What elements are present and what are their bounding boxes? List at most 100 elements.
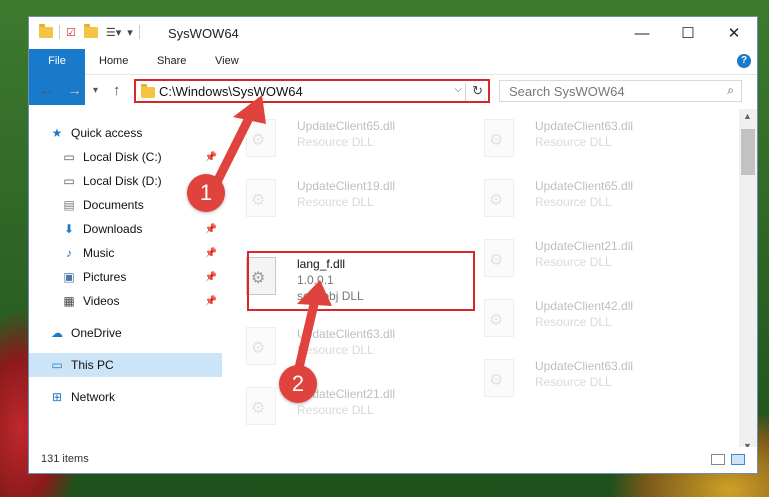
refresh-icon[interactable]: ↻	[472, 83, 483, 99]
ribbon-tabs: File Home Share View ?	[29, 49, 757, 105]
sidebar-item-downloads[interactable]: ⬇ Downloads 📌	[29, 217, 222, 241]
dll-file-icon	[484, 119, 514, 157]
file-name: UpdateClient21.dll	[535, 239, 634, 253]
sidebar-item-onedrive[interactable]: ☁ OneDrive	[29, 321, 222, 345]
sidebar-item-label: Quick access	[71, 126, 143, 140]
file-type: Resource DLL	[535, 195, 612, 209]
minimize-button[interactable]: —	[619, 17, 665, 49]
close-button[interactable]: ✕	[711, 17, 757, 49]
chevron-down-icon[interactable]: ⌵	[454, 84, 462, 95]
toolbar-divider	[138, 25, 140, 39]
maximize-button[interactable]: ☐	[665, 17, 711, 49]
network-icon: ⊞	[51, 390, 63, 404]
tab-home[interactable]: Home	[89, 49, 138, 74]
documents-icon: ▤	[63, 198, 75, 212]
address-bar-row: ← → ▾ ↑ C:\Windows\SysWOW64 ⌵ ↻ Search S…	[29, 75, 757, 107]
search-icon[interactable]: ⌕	[727, 83, 734, 98]
sidebar-item-label: OneDrive	[71, 326, 122, 340]
properties-icon[interactable]: ☑	[66, 26, 76, 39]
sidebar-item-label: Local Disk (D:)	[83, 174, 162, 188]
sidebar-item-pictures[interactable]: ▣ Pictures 📌	[29, 265, 222, 289]
file-type: Resource DLL	[535, 255, 612, 269]
drive-icon: ▭	[63, 150, 75, 164]
scroll-up-icon[interactable]: ▲	[743, 111, 752, 121]
dll-file-icon	[246, 327, 276, 365]
pin-icon[interactable]: 📌	[205, 272, 217, 283]
tab-share[interactable]: Share	[147, 49, 196, 74]
navigation-pane: ★ Quick access ▭ Local Disk (C:) 📌 ▭ Loc…	[29, 109, 222, 449]
pin-icon[interactable]: 📌	[205, 224, 217, 235]
address-divider	[465, 83, 466, 101]
star-icon: ★	[51, 126, 63, 140]
sidebar-item-label: Documents	[83, 198, 144, 212]
step-badge-2: 2	[279, 365, 317, 403]
details-view-icon[interactable]	[711, 454, 725, 465]
customize-toolbar-icon[interactable]: ▾	[127, 26, 133, 39]
file-name: UpdateClient19.dll	[297, 179, 396, 193]
file-name: UpdateClient63.dll	[535, 119, 634, 133]
sidebar-item-label: Network	[71, 390, 116, 404]
sidebar-item-label: Music	[83, 246, 115, 260]
pin-icon[interactable]: 📌	[205, 296, 217, 307]
search-input[interactable]: Search SysWOW64 ⌕	[499, 80, 742, 102]
sidebar-item-music[interactable]: ♪ Music 📌	[29, 241, 222, 265]
sidebar-item-this-pc[interactable]: ▭ This PC	[29, 353, 222, 377]
music-icon: ♪	[66, 246, 72, 260]
sidebar-item-label: Videos	[83, 294, 120, 308]
drive-icon: ▭	[63, 174, 75, 188]
sidebar-item-local-disk-c[interactable]: ▭ Local Disk (C:) 📌	[29, 145, 222, 169]
file-item[interactable]: UpdateClient65.dll Resource DLL	[460, 169, 690, 225]
title-bar: ☑ ☰▾ ▾ SysWOW64 — ☐ ✕	[29, 17, 757, 49]
file-item[interactable]: UpdateClient21.dll Resource DLL	[460, 229, 690, 285]
status-bar: 131 items	[29, 447, 757, 473]
sidebar-item-label: Local Disk (C:)	[83, 150, 162, 164]
dll-file-icon	[484, 299, 514, 337]
file-item[interactable]: UpdateClient21.dll Resource DLL	[222, 377, 452, 433]
file-item[interactable]: UpdateClient19.dll Resource DLL	[222, 169, 452, 225]
file-type: Resource DLL	[297, 195, 374, 209]
quick-access-toolbar: ☑ ☰▾ ▾	[39, 23, 146, 39]
sidebar-item-network[interactable]: ⊞ Network	[29, 385, 222, 409]
vertical-scrollbar[interactable]: ▲ ▼	[739, 109, 757, 453]
step-badge-1: 1	[187, 174, 225, 212]
large-icons-view-icon[interactable]	[731, 454, 745, 465]
file-type: Resource DLL	[535, 135, 612, 149]
help-icon[interactable]: ?	[737, 54, 751, 68]
file-name: UpdateClient65.dll	[297, 119, 396, 133]
file-item[interactable]: UpdateClient63.dll Resource DLL	[460, 349, 690, 405]
file-item[interactable]: UpdateClient63.dll Resource DLL	[460, 109, 690, 165]
address-path: C:\Windows\SysWOW64	[159, 84, 303, 99]
tab-view[interactable]: View	[205, 49, 249, 74]
sidebar-item-quick-access[interactable]: ★ Quick access	[29, 121, 222, 145]
back-button[interactable]: ←	[39, 82, 54, 99]
file-type: Resource DLL	[297, 135, 374, 149]
dll-file-icon	[484, 359, 514, 397]
scrollbar-thumb[interactable]	[741, 129, 755, 175]
file-item[interactable]: UpdateClient42.dll Resource DLL	[460, 289, 690, 345]
pin-icon[interactable]: 📌	[205, 248, 217, 259]
window-title: SysWOW64	[168, 26, 239, 41]
new-folder-icon[interactable]	[83, 23, 98, 38]
view-options-icon[interactable]: ☰▾	[106, 26, 121, 39]
dll-file-icon	[246, 179, 276, 217]
pictures-icon: ▣	[63, 270, 75, 284]
file-explorer-window: ☑ ☰▾ ▾ SysWOW64 — ☐ ✕ File Home Share Vi…	[28, 16, 758, 474]
dll-file-icon	[484, 239, 514, 277]
download-icon: ⬇	[63, 222, 75, 236]
cloud-icon: ☁	[51, 326, 63, 340]
file-type: Resource DLL	[535, 315, 612, 329]
up-button[interactable]: ↑	[113, 82, 121, 99]
item-count: 131 items	[41, 453, 89, 465]
sidebar-item-videos[interactable]: ▦ Videos 📌	[29, 289, 222, 313]
pin-icon[interactable]: 📌	[205, 152, 217, 163]
dll-file-icon	[246, 119, 276, 157]
recent-locations-icon[interactable]: ▾	[93, 85, 98, 96]
file-type: Resource DLL	[535, 375, 612, 389]
file-name: UpdateClient63.dll	[297, 327, 396, 341]
dll-file-icon	[484, 179, 514, 217]
forward-button[interactable]: →	[67, 82, 82, 99]
toolbar-divider	[59, 25, 60, 39]
file-item[interactable]: UpdateClient65.dll Resource DLL	[222, 109, 452, 165]
file-item[interactable]: UpdateClient63.dll Resource DLL	[222, 317, 452, 373]
address-field[interactable]: C:\Windows\SysWOW64 ⌵ ↻	[134, 79, 490, 103]
